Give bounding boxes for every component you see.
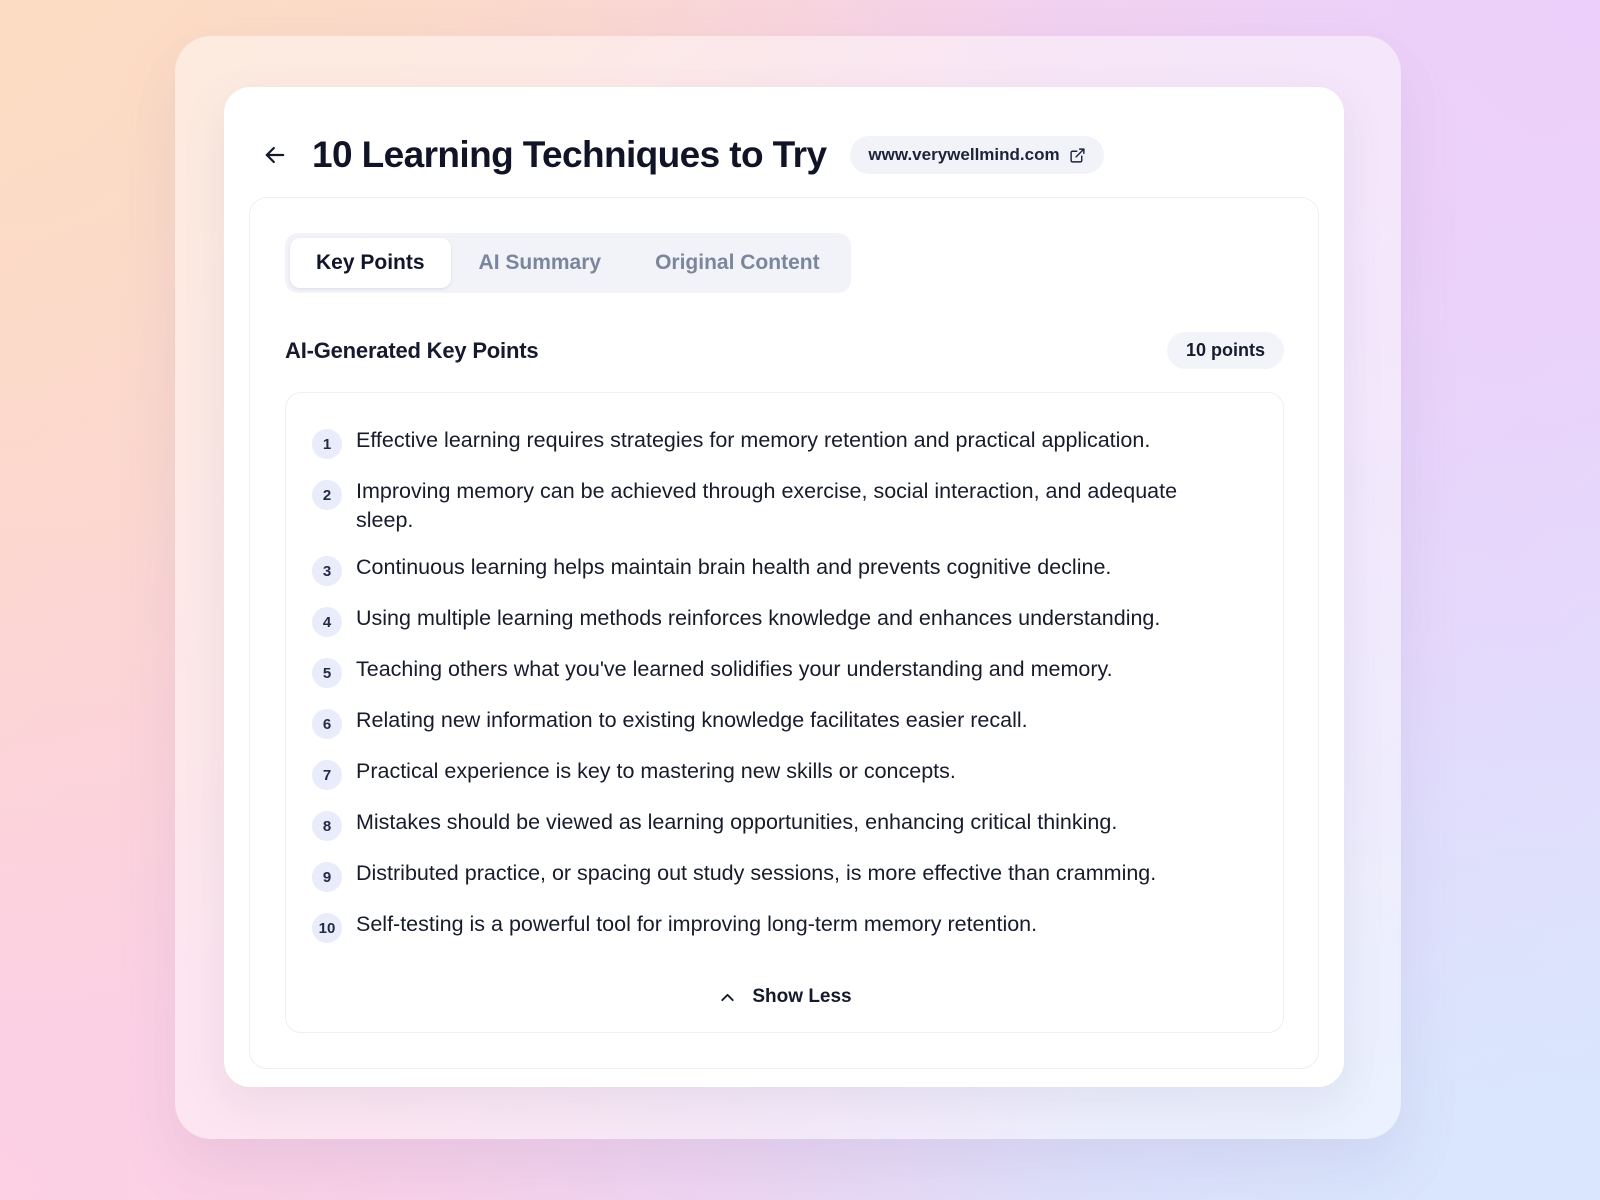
- source-url-badge[interactable]: www.verywellmind.com: [850, 136, 1104, 174]
- header: 10 Learning Techniques to Try www.verywe…: [224, 87, 1344, 197]
- point-text: Improving memory can be achieved through…: [356, 479, 1178, 533]
- list-item: 9 Distributed practice, or spacing out s…: [312, 850, 1257, 901]
- point-text: Practical experience is key to mastering…: [356, 759, 956, 784]
- list-item: 7 Practical experience is key to masteri…: [312, 748, 1257, 799]
- point-number: 10: [312, 913, 342, 944]
- point-number: 6: [312, 709, 342, 740]
- show-less-button[interactable]: Show Less: [312, 976, 1257, 1012]
- arrow-left-icon: [261, 141, 289, 169]
- list-item: 4 Using multiple learning methods reinfo…: [312, 595, 1257, 646]
- show-less-label: Show Less: [752, 986, 852, 1008]
- list-item: 8 Mistakes should be viewed as learning …: [312, 799, 1257, 850]
- chevron-up-icon: [717, 987, 738, 1008]
- point-text: Self-testing is a powerful tool for impr…: [356, 912, 1038, 937]
- point-text: Distributed practice, or spacing out stu…: [356, 861, 1157, 886]
- article-reader-card: 10 Learning Techniques to Try www.verywe…: [224, 87, 1344, 1087]
- point-number: 9: [312, 862, 342, 893]
- point-text: Using multiple learning methods reinforc…: [356, 606, 1161, 631]
- points-count-badge: 10 points: [1166, 332, 1284, 369]
- point-number: 2: [312, 480, 342, 510]
- section-title: AI-Generated Key Points: [285, 337, 539, 363]
- point-number: 1: [312, 429, 342, 459]
- point-number: 4: [312, 607, 342, 638]
- point-number: 3: [312, 556, 342, 587]
- page-title: 10 Learning Techniques to Try: [312, 134, 827, 175]
- list-item: 6 Relating new information to existing k…: [312, 697, 1257, 748]
- point-number: 5: [312, 658, 342, 689]
- point-text: Mistakes should be viewed as learning op…: [356, 810, 1118, 835]
- back-button[interactable]: [258, 138, 292, 172]
- point-number: 8: [312, 811, 342, 842]
- key-points-list: 1 Effective learning requires strategies…: [285, 392, 1284, 1034]
- list-item: 2 Improving memory can be achieved throu…: [312, 468, 1257, 544]
- tab-key-points[interactable]: Key Points: [290, 238, 451, 288]
- tab-original-content[interactable]: Original Content: [629, 238, 846, 288]
- list-item: 3 Continuous learning helps maintain bra…: [312, 544, 1257, 595]
- external-link-icon: [1069, 147, 1086, 164]
- tab-bar: Key Points AI Summary Original Content: [285, 233, 851, 293]
- point-text: Teaching others what you've learned soli…: [356, 657, 1113, 682]
- point-number: 7: [312, 760, 342, 791]
- list-item: 5 Teaching others what you've learned so…: [312, 646, 1257, 697]
- point-text: Relating new information to existing kno…: [356, 708, 1028, 733]
- list-item: 10 Self-testing is a powerful tool for i…: [312, 901, 1257, 952]
- section-header: AI-Generated Key Points 10 points: [285, 332, 1284, 369]
- tab-ai-summary[interactable]: AI Summary: [453, 238, 628, 288]
- list-item: 1 Effective learning requires strategies…: [312, 417, 1257, 468]
- content-panel: Key Points AI Summary Original Content A…: [249, 197, 1319, 1069]
- source-url-label: www.verywellmind.com: [868, 145, 1060, 164]
- point-text: Effective learning requires strategies f…: [356, 428, 1151, 452]
- point-text: Continuous learning helps maintain brain…: [356, 555, 1112, 580]
